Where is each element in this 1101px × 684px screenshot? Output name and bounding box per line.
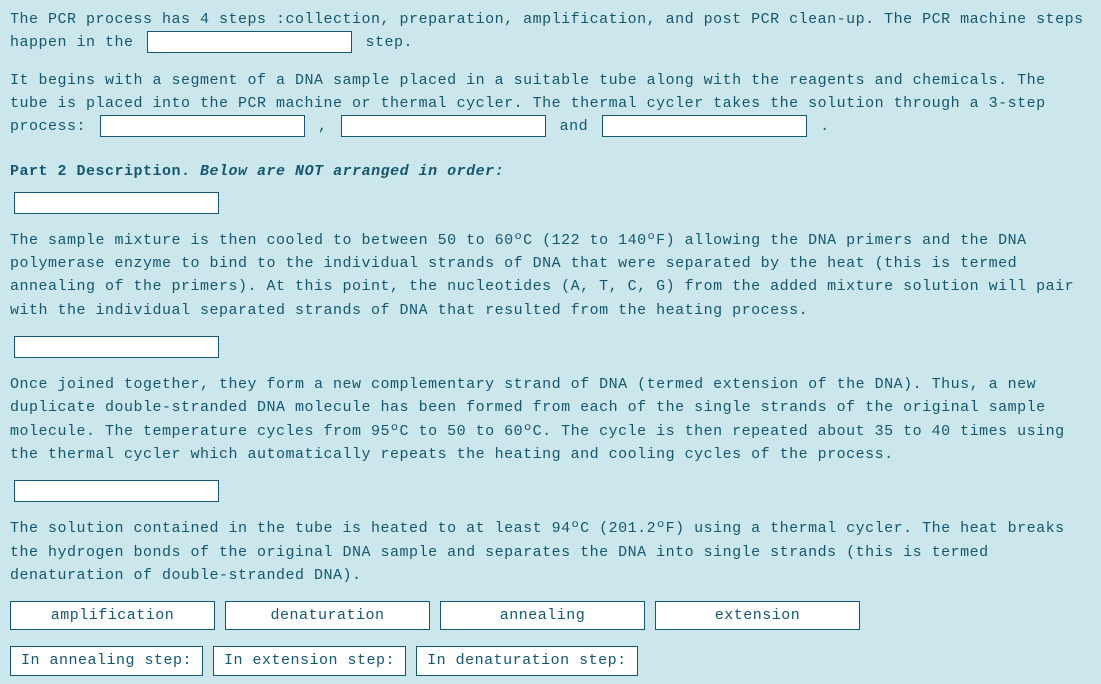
wb-extension[interactable]: extension	[655, 601, 860, 630]
paragraph-2: It begins with a segment of a DNA sample…	[10, 69, 1091, 139]
wb-in-annealing-step[interactable]: In annealing step:	[10, 646, 203, 675]
wb-amplification[interactable]: amplification	[10, 601, 215, 630]
input-step-1[interactable]	[104, 118, 301, 138]
label-slot-1[interactable]	[14, 192, 219, 214]
label-slot-1-row	[10, 192, 1091, 215]
wb-in-denaturation-step[interactable]: In denaturation step:	[416, 646, 638, 675]
blank-machine-step[interactable]	[147, 31, 352, 53]
blank-step-1[interactable]	[100, 115, 305, 137]
description-1: The sample mixture is then cooled to bet…	[10, 229, 1091, 322]
input-step-3[interactable]	[606, 118, 803, 138]
description-3: The solution contained in the tube is he…	[10, 517, 1091, 587]
input-label-3[interactable]	[18, 483, 215, 503]
text-p2d: .	[820, 118, 830, 135]
part2-heading-italic: Below are NOT arranged in order:	[200, 163, 504, 180]
text-p1b: step.	[366, 34, 414, 51]
wordbank-row-1: amplification denaturation annealing ext…	[10, 601, 1091, 630]
part2-heading: Part 2 Description. Below are NOT arrang…	[10, 160, 1091, 183]
paragraph-1: The PCR process has 4 steps :collection,…	[10, 8, 1091, 55]
label-slot-3-row	[10, 480, 1091, 503]
blank-step-2[interactable]	[341, 115, 546, 137]
blank-step-3[interactable]	[602, 115, 807, 137]
label-slot-2-row	[10, 336, 1091, 359]
input-label-1[interactable]	[18, 195, 215, 215]
part2-heading-bold: Part 2 Description.	[10, 163, 191, 180]
wb-in-extension-step[interactable]: In extension step:	[213, 646, 406, 675]
wb-annealing[interactable]: annealing	[440, 601, 645, 630]
input-machine-step[interactable]	[151, 34, 348, 54]
input-step-2[interactable]	[345, 118, 542, 138]
text-p2c: and	[560, 118, 598, 135]
label-slot-2[interactable]	[14, 336, 219, 358]
text-p2b: ,	[318, 118, 337, 135]
description-2: Once joined together, they form a new co…	[10, 373, 1091, 466]
label-slot-3[interactable]	[14, 480, 219, 502]
input-label-2[interactable]	[18, 339, 215, 359]
wordbank-row-2: In annealing step: In extension step: In…	[10, 646, 1091, 675]
wb-denaturation[interactable]: denaturation	[225, 601, 430, 630]
